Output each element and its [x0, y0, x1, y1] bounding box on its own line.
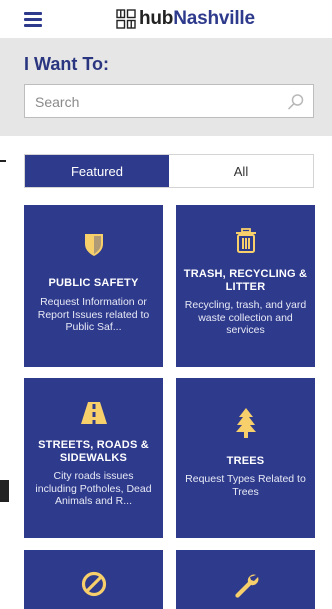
edge-artifact: [0, 480, 9, 502]
page-title: I Want To:: [24, 54, 109, 74]
i-want-to-panel: I Want To: Search: [0, 38, 332, 136]
tile-description: Request Information or Report Issues rel…: [37, 296, 150, 333]
search-placeholder: Search: [35, 94, 80, 110]
tile-trash-recycling-litter[interactable]: TRASH, RECYCLING & LITTER Recycling, tra…: [176, 205, 315, 367]
prohibited-icon: [81, 571, 106, 597]
logo-brand: Nashville: [173, 8, 255, 29]
tile-wrench[interactable]: [176, 550, 315, 609]
tile-description: Recycling, trash, and yard waste collect…: [184, 299, 307, 336]
tile-description: Request Types Related to Trees: [185, 473, 306, 498]
tile-title: PUBLIC SAFETY: [48, 277, 139, 289]
tile-streets-roads-sidewalks[interactable]: STREETS, ROADS & SIDEWALKS City roads is…: [24, 378, 163, 538]
category-tabs: Featured All: [24, 154, 314, 188]
tab-featured[interactable]: Featured: [25, 155, 169, 187]
tile-title: TREES: [226, 455, 265, 467]
edge-artifact: [0, 160, 6, 162]
tree-icon: [235, 408, 256, 438]
logo-text: hubNashville: [139, 8, 255, 30]
road-icon: [80, 402, 107, 424]
tile-description: City roads issues including Potholes, De…: [35, 470, 152, 507]
hubnashville-logo[interactable]: hubNashville: [116, 7, 255, 31]
hub-grid-logo-icon: [116, 9, 136, 29]
tab-all[interactable]: All: [169, 155, 313, 187]
tile-trees[interactable]: TREES Request Types Related to Trees: [176, 378, 315, 538]
wrench-icon: [234, 574, 258, 598]
tile-public-safety[interactable]: PUBLIC SAFETY Request Information or Rep…: [24, 205, 163, 367]
tile-prohibited[interactable]: [24, 550, 163, 609]
trash-can-icon: [235, 228, 256, 253]
hamburger-menu-icon[interactable]: [24, 12, 42, 27]
logo-prefix: hub: [139, 8, 174, 29]
top-bar: hubNashville: [0, 0, 332, 38]
tile-title: TRASH, RECYCLING & LITTER: [183, 268, 308, 293]
search-input[interactable]: Search: [24, 84, 314, 118]
tile-title: STREETS, ROADS & SIDEWALKS: [38, 439, 149, 464]
shield-icon: [84, 234, 103, 256]
search-icon[interactable]: [287, 93, 305, 111]
